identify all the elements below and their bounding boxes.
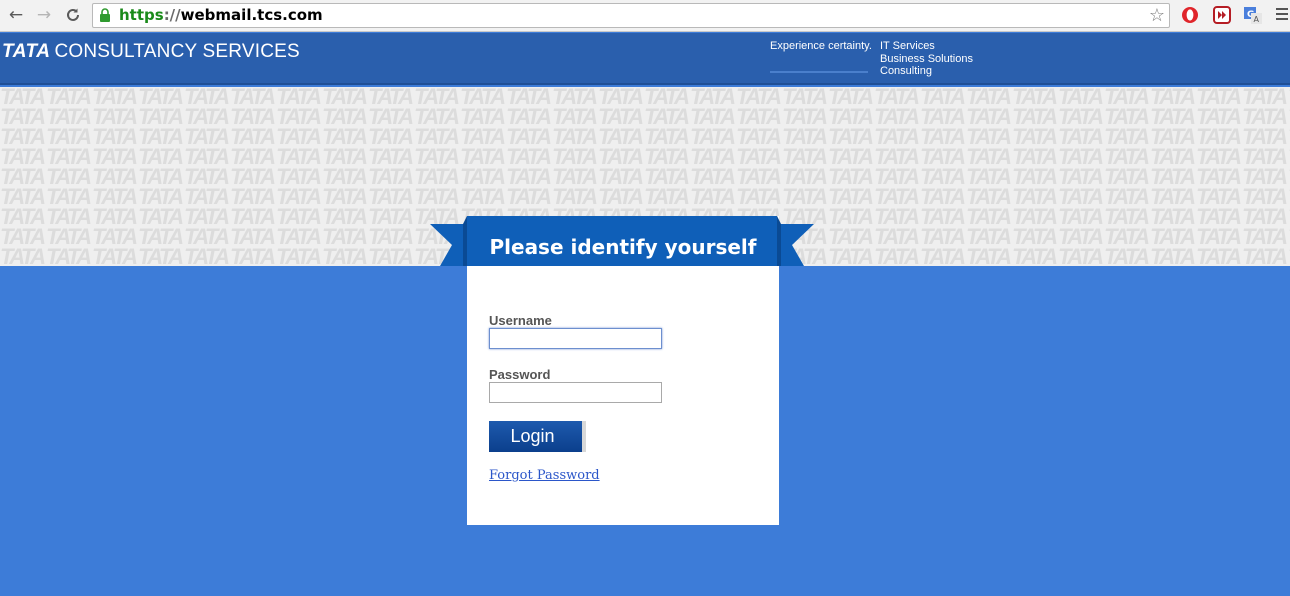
svg-text:A: A [1254,15,1260,24]
username-label: Username [489,313,552,328]
browser-toolbar: ← → https://webmail.tcs.com ☆ G A [0,0,1290,32]
logo-text: CONSULTANCY SERVICES [54,41,300,62]
reload-icon[interactable] [61,4,85,26]
service-item: Consulting [880,65,932,77]
forgot-password-link[interactable]: Forgot Password [489,468,600,483]
username-input[interactable] [489,328,662,349]
site-header: TATA CONSULTANCY SERVICES Experience cert… [0,33,1290,85]
back-arrow-icon[interactable]: ← [4,4,28,26]
media-extension-icon[interactable] [1212,5,1232,25]
opera-extension-icon[interactable] [1180,5,1200,25]
url-separator: :// [163,6,181,24]
tagline: Experience certainty. [770,40,872,52]
url-scheme: https [119,6,164,24]
hamburger-menu-icon[interactable] [1276,8,1288,22]
logo-tata: TATA [2,41,51,62]
lock-icon [100,8,110,22]
address-bar[interactable]: https://webmail.tcs.com ☆ [92,3,1170,28]
services-list: IT Services Business Solutions Consultin… [880,40,973,78]
password-input[interactable] [489,382,662,403]
tcs-logo[interactable]: TATA CONSULTANCY SERVICES [2,41,300,63]
star-icon[interactable]: ☆ [1149,5,1165,26]
service-item: IT Services [880,40,935,52]
password-label: Password [489,367,551,382]
forward-arrow-icon[interactable]: → [32,4,56,26]
url-text[interactable]: https://webmail.tcs.com [119,6,323,25]
login-button[interactable]: Login [489,421,586,452]
url-host: webmail.tcs.com [180,6,323,24]
translate-extension-icon[interactable]: G A [1243,5,1263,25]
service-item: Business Solutions [880,52,973,65]
tagline-underline [770,71,868,73]
login-title: Please identify yourself [489,235,757,259]
